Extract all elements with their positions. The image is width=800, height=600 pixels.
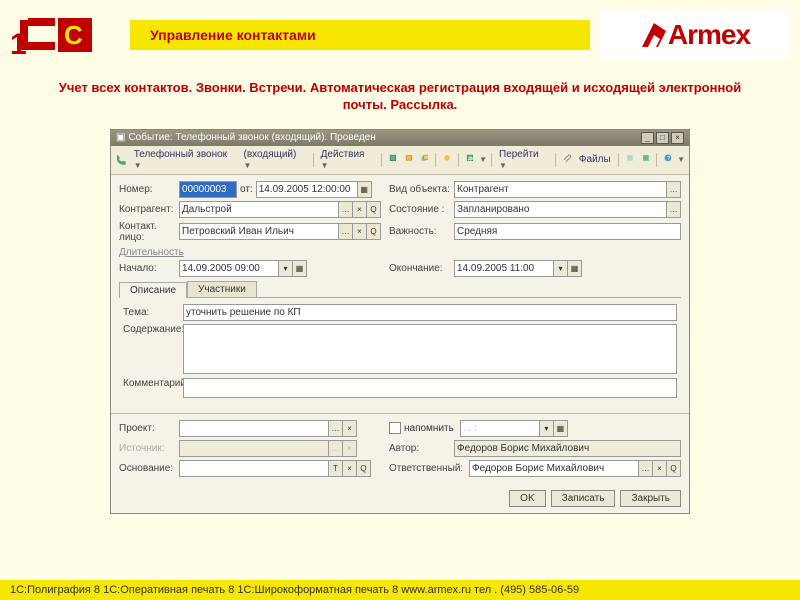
page-footer: 1С:Полиграфия 8 1С:Оперативная печать 8 … <box>0 580 800 600</box>
resp-select-button[interactable]: … <box>638 460 653 477</box>
logo-1c: С1 <box>10 10 100 60</box>
tool-icon-2[interactable] <box>402 153 416 167</box>
tab-participants[interactable]: Участники <box>187 281 257 297</box>
contact-open-button[interactable]: Q <box>366 223 381 240</box>
kontragent-open-button[interactable]: Q <box>366 201 381 218</box>
vid-select-button[interactable]: … <box>666 181 681 198</box>
resp-clear-button[interactable]: × <box>652 460 667 477</box>
end-date-button[interactable]: ▦ <box>567 260 582 277</box>
resp-open-button[interactable]: Q <box>666 460 681 477</box>
phone-icon <box>115 153 129 167</box>
resp-label: Ответственный: <box>389 463 469 474</box>
close-form-button[interactable]: Закрыть <box>620 490 681 507</box>
source-field <box>179 440 329 457</box>
ok-button[interactable]: OK <box>509 490 545 507</box>
attach-icon <box>560 153 574 167</box>
svg-text:дк: дк <box>469 156 475 162</box>
subtitle: Учет всех контактов. Звонки. Встречи. Ав… <box>0 70 800 124</box>
remind-date-button[interactable]: ▦ <box>553 420 568 437</box>
state-label: Состояние : <box>389 204 454 215</box>
svg-text:1: 1 <box>10 28 27 60</box>
source-clear-button: × <box>342 440 357 457</box>
importance-field[interactable]: Средняя <box>454 223 681 240</box>
toolbar: Телефонный звонок ▼ (входящий) ▼ Действи… <box>111 146 689 175</box>
phone-type-dropdown[interactable]: Телефонный звонок ▼ <box>131 148 239 172</box>
actions-dropdown[interactable]: Действия ▼ <box>318 148 377 172</box>
save-button[interactable]: Записать <box>551 490 616 507</box>
armex-logo: Armex <box>600 10 790 60</box>
doc-icon: ▣ <box>116 132 125 143</box>
basis-label: Основание: <box>119 463 179 474</box>
start-date-button[interactable]: ▦ <box>292 260 307 277</box>
page-title: Управление контактами <box>150 27 316 43</box>
basis-open-button[interactable]: Q <box>356 460 371 477</box>
state-select-button[interactable]: … <box>666 201 681 218</box>
end-spin-button[interactable]: ▾ <box>553 260 568 277</box>
date-picker-button[interactable]: ▦ <box>357 181 372 198</box>
tool-icon-4[interactable] <box>440 153 454 167</box>
tool-icon-7[interactable] <box>639 153 653 167</box>
comment-textarea[interactable] <box>183 378 677 398</box>
tool-icon-6[interactable] <box>623 153 637 167</box>
state-field[interactable]: Запланировано <box>454 201 667 218</box>
remind-spin-button[interactable]: ▾ <box>539 420 554 437</box>
date-field[interactable]: 14.09.2005 12:00:00 <box>256 181 358 198</box>
window-title: Событие: Телефонный звонок (входящий). П… <box>128 132 639 143</box>
help-icon[interactable]: ? <box>661 153 675 167</box>
contact-label: Контакт. лицо: <box>119 221 179 243</box>
kontragent-select-button[interactable]: … <box>338 201 353 218</box>
comment-label: Комментарий: <box>123 378 183 389</box>
kontragent-clear-button[interactable]: × <box>352 201 367 218</box>
duration-group: Длительность <box>119 247 681 258</box>
files-button[interactable]: Файлы <box>576 153 614 166</box>
tab-description[interactable]: Описание <box>119 282 187 298</box>
contact-clear-button[interactable]: × <box>352 223 367 240</box>
number-field[interactable]: 00000003 <box>179 181 237 198</box>
goto-dropdown[interactable]: Перейти ▼ <box>496 148 551 172</box>
project-field[interactable] <box>179 420 329 437</box>
direction-dropdown[interactable]: (входящий) ▼ <box>241 148 309 172</box>
source-select-button: … <box>328 440 343 457</box>
kontragent-label: Контрагент: <box>119 204 179 215</box>
remind-date-field[interactable]: . . : <box>460 420 540 437</box>
project-clear-button[interactable]: × <box>342 420 357 437</box>
contact-field[interactable]: Петровский Иван Ильич <box>179 223 339 240</box>
content-label: Содержание: <box>123 324 183 335</box>
window-titlebar: ▣ Событие: Телефонный звонок (входящий).… <box>111 130 689 146</box>
author-label: Автор: <box>389 443 454 454</box>
source-label: Источник: <box>119 443 179 454</box>
basis-type-button[interactable]: T <box>328 460 343 477</box>
kontragent-field[interactable]: Дальстрой <box>179 201 339 218</box>
svg-text:?: ? <box>667 156 670 162</box>
end-label: Окончание: <box>389 263 454 274</box>
author-field: Федоров Борис Михайлович <box>454 440 681 457</box>
basis-field[interactable] <box>179 460 329 477</box>
end-field[interactable]: 14.09.2005 11:00 <box>454 260 554 277</box>
resp-field[interactable]: Федоров Борис Михайлович <box>469 460 639 477</box>
dialog-window: ▣ Событие: Телефонный звонок (входящий).… <box>110 129 690 514</box>
minimize-button[interactable]: _ <box>641 132 654 144</box>
vid-field[interactable]: Контрагент <box>454 181 667 198</box>
content-textarea[interactable] <box>183 324 677 374</box>
tema-field[interactable]: уточнить решение по КП <box>183 304 677 321</box>
number-label: Номер: <box>119 184 179 195</box>
svg-text:С: С <box>64 20 83 50</box>
tool-icon-3[interactable] <box>418 153 432 167</box>
basis-clear-button[interactable]: × <box>342 460 357 477</box>
close-button[interactable]: × <box>671 132 684 144</box>
project-select-button[interactable]: … <box>328 420 343 437</box>
tool-icon-5[interactable]: дк <box>463 153 477 167</box>
vid-label: Вид объекта: <box>389 184 454 195</box>
start-label: Начало: <box>119 263 179 274</box>
tool-icon-1[interactable] <box>386 153 400 167</box>
contact-select-button[interactable]: … <box>338 223 353 240</box>
project-label: Проект: <box>119 423 179 434</box>
tema-label: Тема: <box>123 307 183 318</box>
start-spin-button[interactable]: ▾ <box>278 260 293 277</box>
remind-checkbox[interactable] <box>389 422 401 434</box>
title-bar: Управление контактами <box>130 20 590 50</box>
importance-label: Важность: <box>389 226 454 237</box>
start-field[interactable]: 14.09.2005 09:00 <box>179 260 279 277</box>
maximize-button[interactable]: □ <box>656 132 669 144</box>
